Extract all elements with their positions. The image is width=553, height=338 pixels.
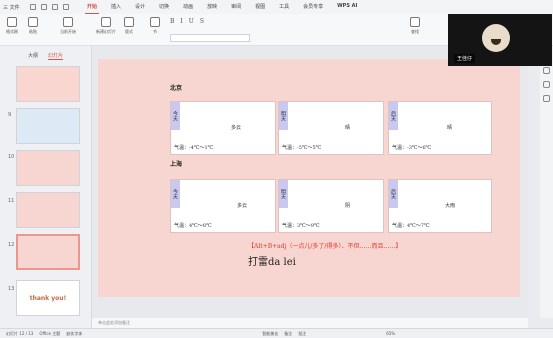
format-row: B I U S: [170, 18, 204, 25]
layout-button[interactable]: 版式: [124, 17, 134, 35]
slide-panel: 大纲 幻灯片 9 10 11 12 13 thank you!: [0, 46, 92, 328]
video-overlay: 王佳仔: [448, 14, 552, 66]
tab-animation[interactable]: 动画: [181, 0, 195, 14]
tab-member[interactable]: 会员专享: [301, 0, 325, 14]
underline-icon[interactable]: U: [189, 18, 194, 25]
tab-slides[interactable]: 幻灯片: [48, 52, 64, 60]
search-icon: [410, 17, 420, 27]
paste-icon: [28, 17, 38, 27]
weather-card-bj-today: 今天 多云 气温：-4℃～1℃: [170, 101, 276, 155]
paste-button[interactable]: 粘贴: [28, 17, 38, 35]
tab-slideshow[interactable]: 放映: [205, 0, 219, 14]
play-icon: [63, 17, 73, 27]
tab-transition[interactable]: 切换: [157, 0, 171, 14]
strike-icon[interactable]: S: [200, 18, 204, 25]
tab-outline[interactable]: 大纲: [28, 52, 38, 60]
tab-design[interactable]: 设计: [133, 0, 147, 14]
section-button[interactable]: 节: [150, 17, 160, 35]
print-icon[interactable]: [41, 4, 47, 10]
slide-thumb-11[interactable]: [16, 192, 80, 228]
from-current-button[interactable]: 当前开始: [60, 17, 76, 35]
city-shanghai: 上海: [170, 161, 183, 168]
participant-avatar: [482, 24, 510, 52]
italic-icon[interactable]: I: [180, 18, 182, 25]
quick-access: [30, 4, 69, 10]
current-slide[interactable]: 北京 今天 多云 气温：-4℃～1℃ 明天 晴 气温：-5℃～5℃ 后天 晴 气…: [98, 59, 520, 297]
notes-area[interactable]: 单击此处添加备注: [92, 318, 528, 328]
weather-card-bj-tomorrow: 明天 晴 气温：-5℃～5℃: [278, 101, 384, 155]
section-icon: [150, 17, 160, 27]
slide-thumb-10[interactable]: [16, 150, 80, 186]
file-menu[interactable]: 三 文件: [0, 0, 26, 14]
menu-bar: 三 文件 开始 插入 设计 切换 动画 放映 审阅 视图 工具 会员专享 WPS…: [0, 0, 553, 14]
status-bar: 幻灯片 12 / 13 Office 主题 缺失字体 智能美化 备注 批注 65…: [0, 328, 553, 338]
tab-tools[interactable]: 工具: [277, 0, 291, 14]
tool-icon-4[interactable]: [543, 95, 550, 102]
tab-review[interactable]: 审阅: [229, 0, 243, 14]
city-beijing: 北京: [170, 85, 183, 92]
slide-thumb-13[interactable]: thank you!: [16, 280, 80, 316]
layout-icon: [124, 17, 134, 27]
bold-icon[interactable]: B: [170, 18, 174, 25]
new-slide-button[interactable]: 新建幻灯片: [96, 17, 116, 35]
ribbon-tabs: 开始 插入 设计 切换 动画 放映 审阅 视图 工具 会员专享 WPS AI: [85, 0, 359, 14]
tab-home[interactable]: 开始: [85, 0, 100, 14]
slide-thumb-9[interactable]: [16, 108, 80, 144]
tab-wps-ai[interactable]: WPS AI: [335, 0, 359, 14]
font-size-box[interactable]: [170, 34, 250, 42]
weather-card-sh-tomorrow: 明天 阴 气温：3℃～9℃: [278, 179, 384, 233]
tab-view[interactable]: 视图: [253, 0, 267, 14]
format-painter-button[interactable]: 格式刷: [6, 17, 18, 35]
slide-thumb-12[interactable]: [16, 234, 80, 270]
usage-hint: 【Alt+B+adj（一点儿/多了/得多）、不但……而且……】: [248, 243, 402, 250]
right-tool-bar: [540, 46, 553, 318]
save-icon[interactable]: [30, 4, 36, 10]
redo-icon[interactable]: [63, 4, 69, 10]
weather-card-sh-day-after: 后天 大雨 气温：4℃～7℃: [388, 179, 492, 233]
new-slide-icon: [101, 17, 111, 27]
weather-card-bj-day-after: 后天 晴 气温：-3℃～6℃: [388, 101, 492, 155]
tab-insert[interactable]: 插入: [109, 0, 123, 14]
vocab-pinyin: 打雷da lei: [248, 257, 296, 268]
undo-icon[interactable]: [52, 4, 58, 10]
weather-card-sh-today: 今天 多云 气温：4℃～8℃: [170, 179, 276, 233]
tool-icon-3[interactable]: [543, 81, 550, 88]
find-button[interactable]: 查找: [410, 17, 420, 35]
panel-tabs: 大纲 幻灯片: [0, 46, 91, 60]
tool-icon-2[interactable]: [543, 67, 550, 74]
slide-thumb-8[interactable]: [16, 66, 80, 102]
slide-workspace: 北京 今天 多云 气温：-4℃～1℃ 明天 晴 气温：-5℃～5℃ 后天 晴 气…: [92, 46, 528, 318]
brush-icon: [7, 17, 17, 27]
